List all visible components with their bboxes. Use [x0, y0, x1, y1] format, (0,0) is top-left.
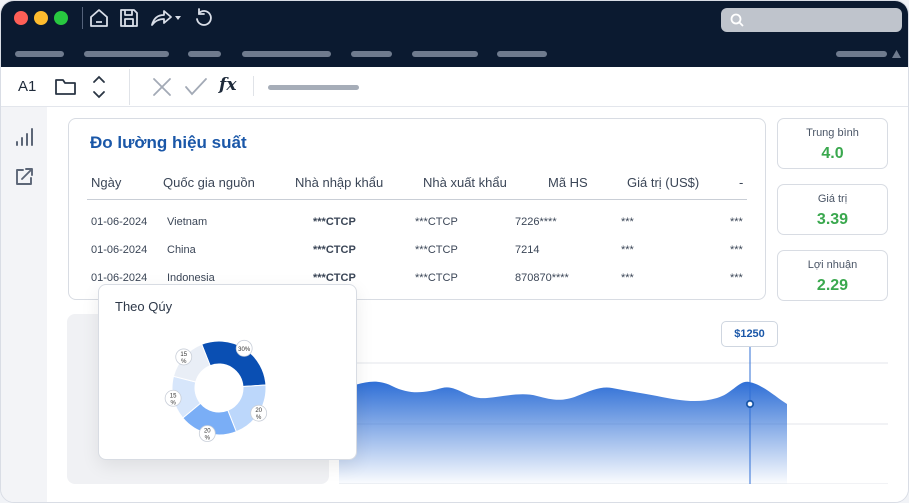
cell-extra: *** — [730, 216, 743, 228]
cell-hs-code: 7226**** — [515, 216, 557, 228]
stat-card-value[interactable]: Giá trị 3.39 — [777, 184, 888, 235]
cell-exporter: ***CTCP — [415, 272, 458, 284]
app-window: A1 fx $1250 Đo lường hiệu suất Ngày Quốc… — [0, 0, 909, 503]
column-header-extra: - — [739, 175, 744, 190]
svg-text:15: 15 — [170, 393, 177, 399]
donut-slice-label: 15% — [164, 389, 182, 407]
donut-slice-label: 20% — [250, 404, 268, 422]
svg-text:%: % — [170, 400, 176, 406]
stat-value: 3.39 — [816, 211, 849, 228]
cell-exporter: ***CTCP — [415, 216, 458, 228]
card-title: Đo lường hiệu suất — [90, 133, 247, 152]
maximize-window-button[interactable] — [54, 11, 68, 25]
header-divider — [87, 199, 747, 200]
stat-label: Lợi nhuận — [807, 259, 858, 271]
column-header-exporter: Nhà xuất khẩu — [423, 175, 507, 190]
svg-text:20: 20 — [204, 429, 211, 435]
column-header-importer: Nhà nhập khẩu — [295, 175, 384, 190]
quarter-donut-card: Theo Qúy 30% 20% 20% 15% 15% — [98, 284, 357, 460]
bar-chart-icon[interactable] — [14, 127, 34, 147]
external-link-icon[interactable] — [14, 167, 34, 187]
function-label[interactable]: fx — [219, 75, 236, 95]
formula-divider-2 — [253, 76, 254, 96]
stat-label: Trung bình — [806, 127, 859, 139]
cell-importer: ***CTCP — [313, 216, 356, 228]
close-window-button[interactable] — [14, 11, 28, 25]
cell-reference[interactable]: A1 — [18, 78, 36, 95]
menu-item-7[interactable] — [497, 51, 547, 57]
cell-value: *** — [621, 244, 634, 256]
search-input[interactable] — [721, 8, 902, 32]
menu-item-4[interactable] — [242, 51, 331, 57]
menu-item-5[interactable] — [351, 51, 392, 57]
search-icon — [730, 13, 744, 27]
svg-text:30%: 30% — [238, 347, 251, 353]
donut-slice-label: 20% — [198, 425, 216, 442]
svg-text:%: % — [205, 436, 211, 442]
cell-hs-code: 870870**** — [515, 272, 569, 284]
donut-slice[interactable] — [201, 340, 267, 388]
cell-importer: ***CTCP — [313, 272, 356, 284]
menu-item-2[interactable] — [84, 51, 169, 57]
sidebar — [1, 107, 47, 502]
home-icon[interactable] — [88, 7, 110, 29]
confirm-icon[interactable] — [184, 76, 208, 98]
cell-origin: Indonesia — [167, 272, 215, 284]
folder-icon[interactable] — [54, 75, 77, 97]
collapse-caret-icon[interactable] — [892, 50, 901, 58]
stat-value: 2.29 — [816, 277, 849, 294]
cell-exporter: ***CTCP — [415, 244, 458, 256]
column-header-date: Ngày — [91, 175, 122, 190]
formula-bar: A1 fx — [1, 67, 908, 107]
stat-value: 4.0 — [821, 145, 844, 162]
area-series — [339, 381, 787, 484]
undo-icon[interactable] — [193, 7, 215, 29]
cell-date: 01-06-2024 — [91, 216, 148, 228]
cell-date: 01-06-2024 — [91, 244, 148, 256]
cell-hs-code: 7214 — [515, 244, 540, 256]
stepper-icon[interactable] — [91, 74, 107, 100]
cell-extra: *** — [730, 244, 743, 256]
cell-date: 01-06-2024 — [91, 272, 148, 284]
donut-title: Theo Qúy — [115, 299, 173, 314]
cell-extra: *** — [730, 272, 743, 284]
cell-origin: Vietnam — [167, 216, 208, 228]
formula-input[interactable] — [268, 85, 359, 90]
menu-item-3[interactable] — [188, 51, 221, 57]
share-icon[interactable] — [149, 7, 183, 29]
stat-label: Giá trị — [817, 193, 848, 205]
cell-importer: ***CTCP — [313, 244, 356, 256]
column-header-value: Giá trị (US$) — [627, 175, 700, 190]
svg-text:%: % — [181, 359, 187, 365]
stat-card-average[interactable]: Trung bình 4.0 — [777, 118, 888, 169]
cell-value: *** — [621, 216, 634, 228]
performance-card: Đo lường hiệu suất Ngày Quốc gia nguồn N… — [68, 118, 766, 300]
svg-text:%: % — [256, 415, 262, 421]
cell-value: *** — [621, 272, 634, 284]
menu-item-8[interactable] — [836, 51, 887, 57]
minimize-window-button[interactable] — [34, 11, 48, 25]
formula-divider — [129, 69, 130, 105]
column-header-hs-code: Mã HS — [548, 175, 588, 190]
save-icon[interactable] — [118, 7, 140, 29]
donut-slice-label: 15% — [175, 348, 193, 366]
donut-chart: 30%20%20%15%15% — [164, 339, 268, 442]
menu-item-6[interactable] — [412, 51, 478, 57]
column-header-origin: Quốc gia nguồn — [163, 175, 255, 190]
cell-origin: China — [167, 244, 196, 256]
donut-slice-label: 30% — [235, 339, 253, 357]
stat-card-profit[interactable]: Lợi nhuận 2.29 — [777, 250, 888, 301]
toolbar-divider — [82, 7, 83, 29]
title-bar — [1, 1, 908, 67]
menu-item-1[interactable] — [15, 51, 64, 57]
cancel-icon[interactable] — [151, 76, 173, 98]
chart-tooltip: $1250 — [721, 321, 778, 347]
svg-text:15: 15 — [180, 352, 187, 358]
tooltip-marker[interactable] — [745, 399, 755, 409]
svg-text:20: 20 — [255, 408, 262, 414]
